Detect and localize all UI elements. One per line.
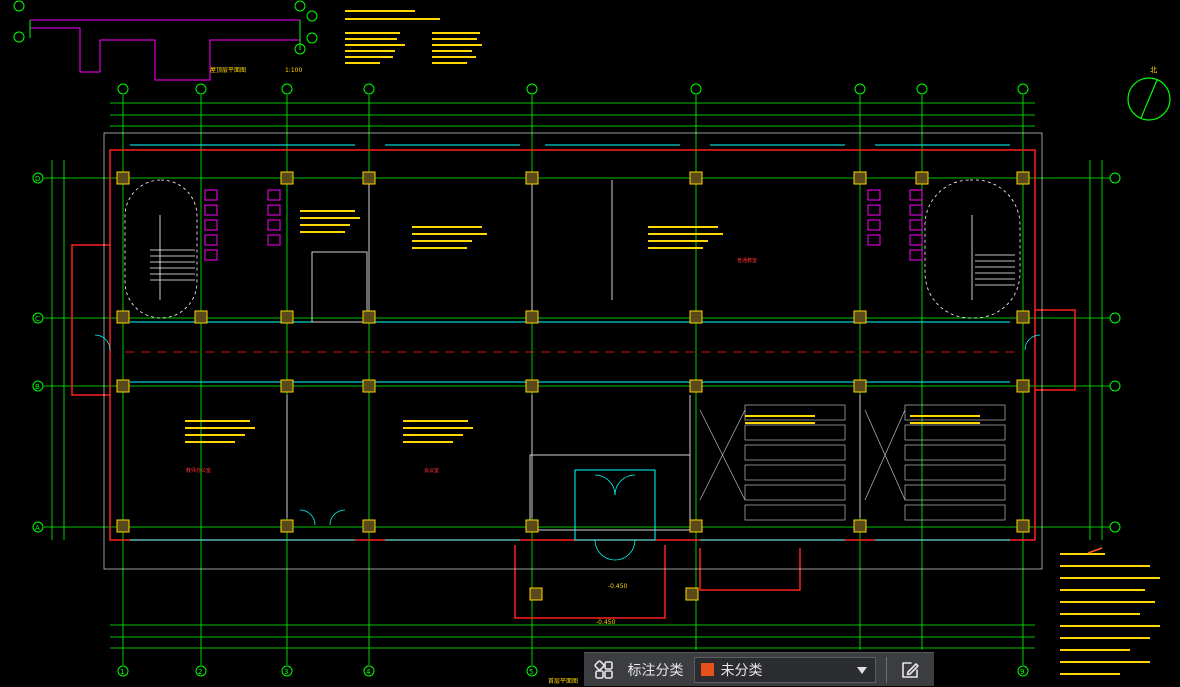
cad-drawing-canvas[interactable]: 屋顶层平面图 1:100 北 1 2 3 4 5 9 D C B A 教师办公室…: [0, 0, 1180, 686]
north-label: 北: [1150, 66, 1157, 74]
axis-label-1: 1: [120, 668, 124, 676]
mini-plan-title: 屋顶层平面图: [210, 67, 246, 74]
grid-view-icon: [594, 659, 613, 679]
annotation-toolbar: 标注分类 未分类: [584, 652, 934, 686]
axis-label-3: 3: [284, 668, 288, 676]
room-label-office: 教师办公室: [186, 467, 211, 474]
annotation-category-label: 标注分类: [627, 662, 684, 679]
axis-label-b: B: [35, 383, 40, 391]
axis-label-d: D: [35, 175, 40, 183]
elevation-label-1: -0.450: [608, 583, 628, 590]
edit-note-icon: [902, 661, 920, 678]
axis-label-5: 5: [529, 668, 533, 676]
room-label-meeting: 会议室: [424, 467, 439, 474]
chevron-down-icon: [856, 666, 867, 674]
elevation-label-2: -0.450: [596, 619, 616, 626]
axis-label-c: C: [35, 315, 40, 323]
axis-label-2: 2: [198, 668, 202, 676]
axis-label-9: 9: [1020, 668, 1024, 676]
category-select-value: 未分类: [720, 662, 763, 679]
grid-view-button[interactable]: [584, 653, 624, 687]
mini-plan-scale: 1:100: [285, 67, 302, 74]
axis-label-4: 4: [366, 668, 371, 676]
axis-label-a: A: [35, 524, 40, 532]
category-color-swatch: [700, 663, 714, 676]
category-select[interactable]: 未分类: [693, 656, 876, 683]
edit-note-button[interactable]: [887, 653, 934, 687]
room-label-classroom: 普通教室: [737, 257, 757, 264]
drawing-title: 首层平面图: [548, 677, 578, 685]
